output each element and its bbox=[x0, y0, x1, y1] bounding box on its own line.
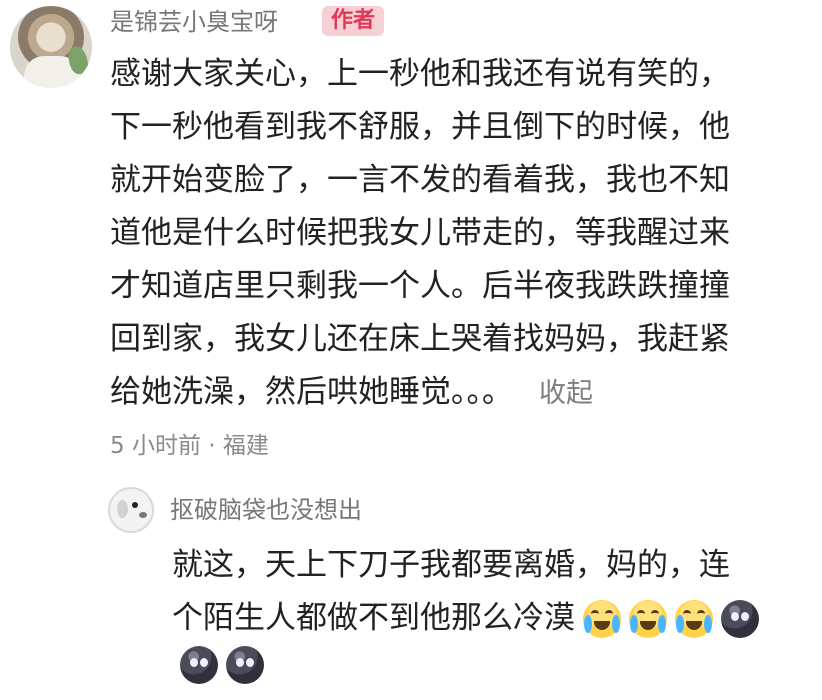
collapse-link[interactable]: 收起 bbox=[539, 378, 593, 409]
comment-line-last: 给她洗澡，然后哄她睡觉。。。 收起 bbox=[110, 366, 800, 419]
reply-avatar[interactable] bbox=[108, 487, 154, 533]
comment-line: 回到家，我女儿还在床上哭着找妈妈，我赶紧 bbox=[110, 321, 730, 357]
dark-face-icon bbox=[180, 646, 218, 684]
author-badge: 作者 bbox=[322, 6, 385, 36]
comment-line: 下一秒他看到我不舒服，并且倒下的时候，他 bbox=[110, 109, 730, 145]
crying-face-icon bbox=[629, 599, 667, 638]
crying-face-icon bbox=[583, 599, 621, 638]
reply-line-2-text: 个陌生人都做不到他那么冷漠 bbox=[172, 600, 575, 636]
reply-line-1: 就这，天上下刀子我都要离婚，妈的，连 bbox=[172, 539, 802, 592]
comment-line: 就开始变脸了，一言不发的看着我，我也不知 bbox=[110, 162, 730, 198]
comment-last-text: 给她洗澡，然后哄她睡觉。。。 bbox=[110, 374, 513, 410]
comment-text: 感谢大家关心，上一秒他和我还有说有笑的， 下一秒他看到我不舒服，并且倒下的时候，… bbox=[110, 48, 800, 419]
reply-line-1-text: 就这，天上下刀子我都要离婚，妈的，连 bbox=[172, 547, 730, 583]
dog-ear-icon bbox=[117, 500, 128, 518]
dark-face-icon bbox=[226, 646, 264, 684]
comment-line: 感谢大家关心，上一秒他和我还有说有笑的， bbox=[110, 56, 730, 92]
comment-line: 道他是什么时候把我女儿带走的，等我醒过来 bbox=[110, 215, 730, 251]
comment-meta: 5 小时前 · 福建 bbox=[110, 433, 269, 459]
reply-text: 就这，天上下刀子我都要离婚，妈的，连 个陌生人都做不到他那么冷漠 bbox=[172, 539, 802, 645]
dark-face-icon bbox=[721, 599, 759, 638]
reply-line-3 bbox=[172, 646, 264, 684]
reply-line-2: 个陌生人都做不到他那么冷漠 bbox=[172, 592, 802, 645]
comment-avatar[interactable] bbox=[10, 6, 92, 88]
comment-username[interactable]: 是锦芸小臭宝呀 bbox=[110, 2, 278, 42]
crying-face-icon bbox=[675, 599, 713, 638]
dog-eye-icon bbox=[132, 502, 138, 508]
comment-line: 才知道店里只剩我一个人。后半夜我跌跌撞撞 bbox=[110, 268, 730, 304]
dog-nose-icon bbox=[139, 512, 147, 518]
reply-username[interactable]: 抠破脑袋也没想出 bbox=[170, 490, 362, 530]
